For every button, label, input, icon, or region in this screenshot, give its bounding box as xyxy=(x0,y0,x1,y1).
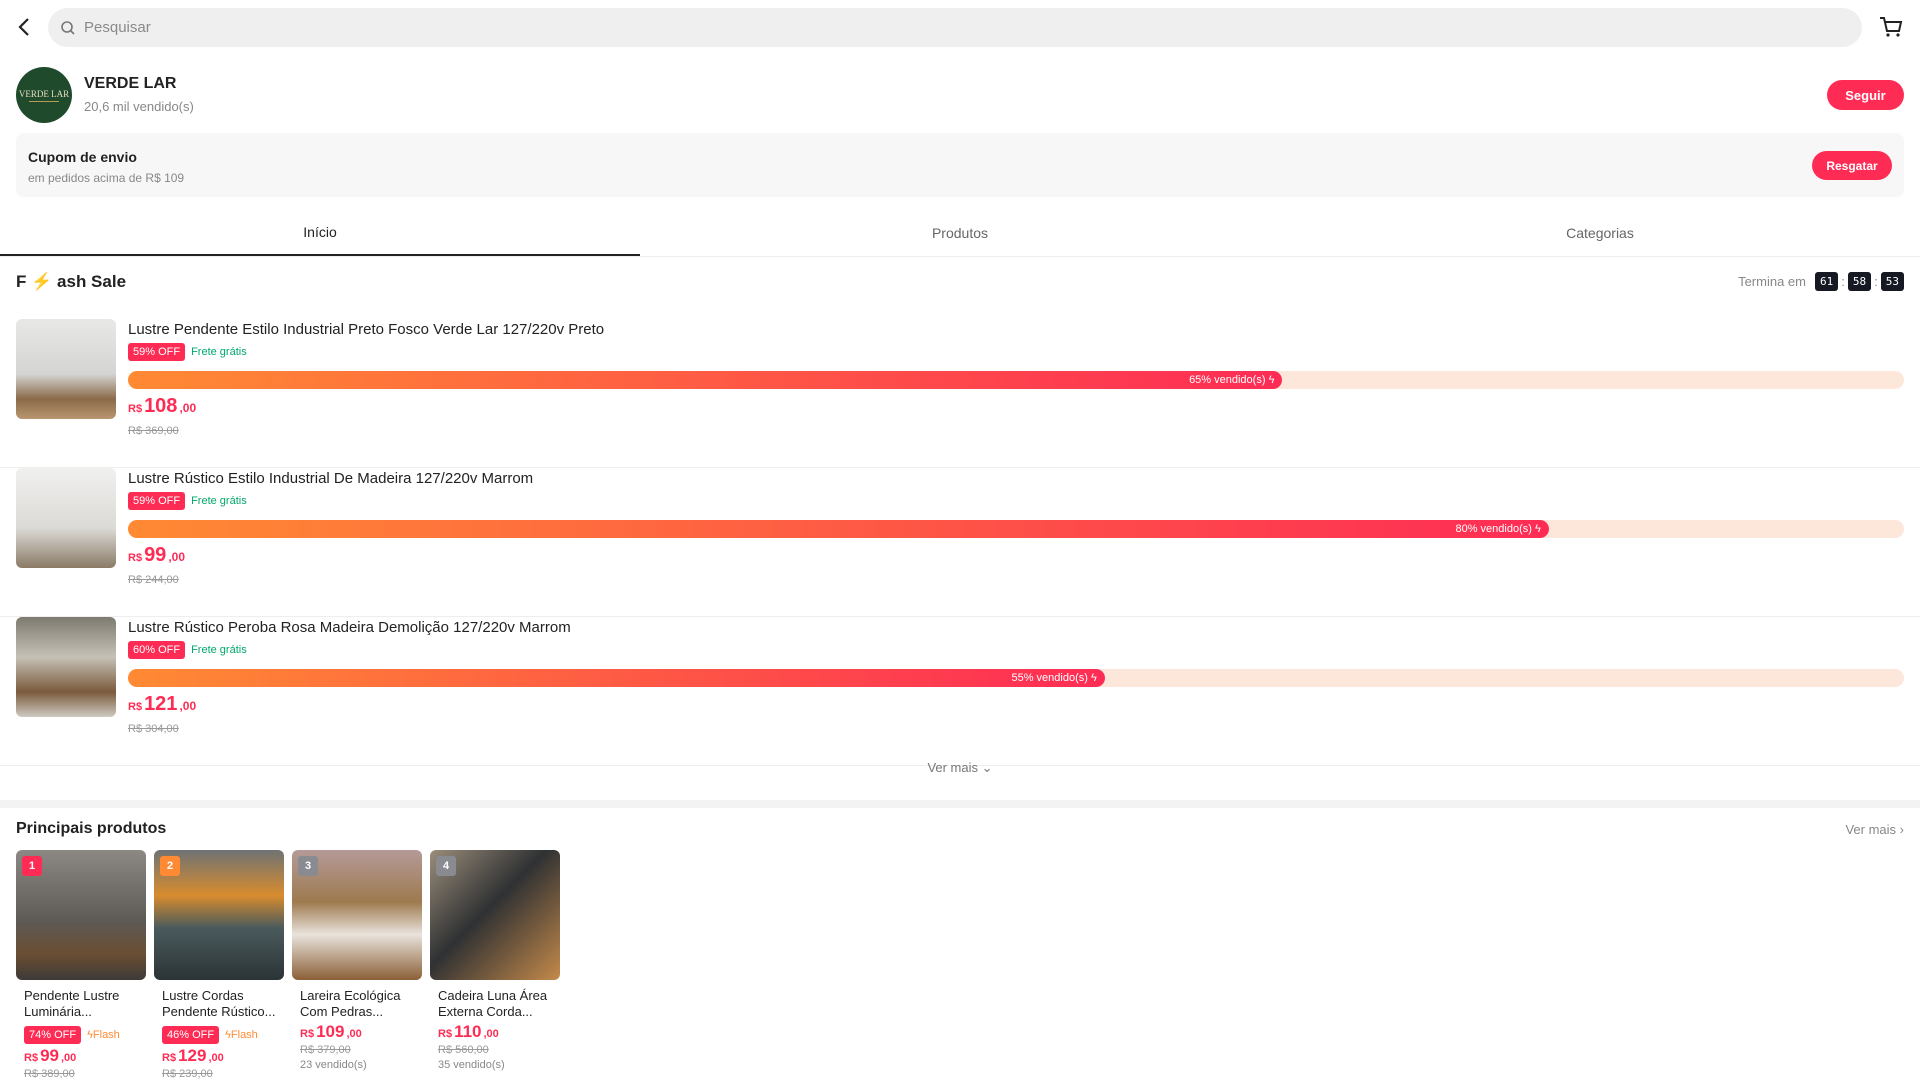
original-price: R$ 369,00 xyxy=(128,425,179,437)
cart-icon[interactable] xyxy=(1878,14,1904,40)
original-price: R$ 239,00 xyxy=(162,1068,213,1080)
discount-badge: 46% OFF xyxy=(162,1026,220,1044)
shop-logo-text: VERDE LAR xyxy=(18,88,70,99)
flash-product-row[interactable]: Lustre Pendente Estilo Industrial Preto … xyxy=(0,319,1920,468)
product-name[interactable]: Lustre Cordas Pendente Rústico... xyxy=(162,988,276,1020)
product-image[interactable]: 4 xyxy=(430,850,560,980)
back-icon[interactable] xyxy=(14,14,36,40)
chevron-right-icon: › xyxy=(1899,822,1904,837)
see-more-top-button[interactable]: Ver mais › xyxy=(1845,822,1904,837)
shop-sold-count: 20,6 mil vendido(s) xyxy=(84,99,194,114)
product-image[interactable] xyxy=(16,617,116,717)
discount-badge: 59% OFF xyxy=(128,343,186,361)
shop-avatar[interactable]: VERDE LAR xyxy=(16,67,72,123)
top-product-card[interactable]: 3 Lareira Ecológica Com Pedras... R$ 109,… xyxy=(292,850,422,1080)
timer-seconds: 53 xyxy=(1880,272,1904,291)
timer-minutes: 58 xyxy=(1847,272,1872,291)
product-name[interactable]: Cadeira Luna Área Externa Corda... xyxy=(438,988,552,1020)
tab-bar: Início Produtos Categorias xyxy=(0,210,1920,257)
product-price: R$ 129,00 xyxy=(162,1046,224,1065)
free-shipping-label: Frete grátis xyxy=(191,495,247,507)
top-product-card[interactable]: 4 Cadeira Luna Área Externa Corda... R$ 1… xyxy=(430,850,560,1080)
product-title[interactable]: Lustre Pendente Estilo Industrial Preto … xyxy=(128,321,604,338)
discount-badge: 60% OFF xyxy=(128,641,186,659)
rank-badge: 1 xyxy=(22,856,42,876)
product-image[interactable] xyxy=(16,468,116,568)
product-title[interactable]: Lustre Rústico Estilo Industrial De Made… xyxy=(128,470,533,487)
flash-product-row[interactable]: Lustre Rústico Peroba Rosa Madeira Demol… xyxy=(0,617,1920,766)
follow-button[interactable]: Seguir xyxy=(1827,80,1904,110)
lightning-icon: ⚡ xyxy=(31,272,53,291)
original-price: R$ 244,00 xyxy=(128,574,179,586)
original-price: R$ 389,00 xyxy=(24,1068,75,1080)
sold-percent-label: 65% vendido(s) xyxy=(1189,374,1266,386)
product-price: R$ 99,00 xyxy=(24,1046,77,1065)
product-price: R$ 121,00 xyxy=(128,693,197,715)
sold-progress-bar: 65% vendido(s) ϟ xyxy=(128,371,1904,389)
product-price: R$ 99,00 xyxy=(128,544,185,566)
top-product-card[interactable]: 1 Pendente Lustre Luminária... 74% OFF ϟFl… xyxy=(16,850,146,1080)
original-price: R$ 304,00 xyxy=(128,723,179,735)
shop-name: VERDE LAR xyxy=(84,75,177,92)
coupon-subtitle: em pedidos acima de R$ 109 xyxy=(28,171,185,185)
lightning-icon: ϟ xyxy=(1090,672,1097,684)
redeem-button[interactable]: Resgatar xyxy=(1812,151,1892,180)
product-image[interactable]: 2 xyxy=(154,850,284,980)
countdown-timer: Termina em 61: 58: 53 xyxy=(1738,272,1904,291)
sold-percent-label: 55% vendido(s) xyxy=(1011,672,1088,684)
lightning-icon: ϟ xyxy=(1268,374,1275,386)
product-name[interactable]: Lareira Ecológica Com Pedras... xyxy=(300,988,414,1020)
search-icon xyxy=(61,20,75,35)
discount-badge: 59% OFF xyxy=(128,492,186,510)
lightning-icon: ϟ xyxy=(1534,523,1541,535)
top-bar: Pesquisar xyxy=(0,0,1920,54)
product-image[interactable]: 1 xyxy=(16,850,146,980)
flash-label: ϟFlash xyxy=(87,1029,120,1041)
ends-label: Termina em xyxy=(1738,274,1806,289)
discount-badge: 74% OFF xyxy=(24,1026,82,1044)
section-divider xyxy=(0,800,1920,808)
free-shipping-label: Frete grátis xyxy=(191,644,247,656)
shipping-coupon: Cupom de envio em pedidos acima de R$ 10… xyxy=(16,133,1904,197)
flash-sale-title: F ⚡ ash Sale xyxy=(16,272,127,291)
sold-percent-label: 80% vendido(s) xyxy=(1455,523,1532,535)
rank-badge: 3 xyxy=(298,856,318,876)
product-title[interactable]: Lustre Rústico Peroba Rosa Madeira Demol… xyxy=(128,619,571,636)
rank-badge: 2 xyxy=(160,856,180,876)
sold-count: 35 vendido(s) xyxy=(438,1059,505,1071)
tab-produtos[interactable]: Produtos xyxy=(640,210,1280,256)
product-price: R$ 110,00 xyxy=(438,1022,499,1041)
top-product-card[interactable]: 2 Lustre Cordas Pendente Rústico... 46% O… xyxy=(154,850,284,1080)
original-price: R$ 379,00 xyxy=(300,1044,351,1056)
tab-inicio[interactable]: Início xyxy=(0,210,640,256)
chevron-down-icon: ⌄ xyxy=(981,760,993,775)
see-more-flash-button[interactable]: Ver mais ⌄ xyxy=(0,760,1920,776)
search-placeholder: Pesquisar xyxy=(84,19,151,36)
search-input[interactable]: Pesquisar xyxy=(48,8,1862,47)
tab-categorias[interactable]: Categorias xyxy=(1280,210,1920,256)
flash-product-row[interactable]: Lustre Rústico Estilo Industrial De Made… xyxy=(0,468,1920,617)
coupon-title: Cupom de envio xyxy=(28,149,137,165)
free-shipping-label: Frete grátis xyxy=(191,346,247,358)
top-products-title: Principais produtos xyxy=(16,820,167,837)
original-price: R$ 560,00 xyxy=(438,1044,489,1056)
product-price: R$ 108,00 xyxy=(128,395,197,417)
product-image[interactable] xyxy=(16,319,116,419)
flash-label: ϟFlash xyxy=(225,1029,258,1041)
product-image[interactable]: 3 xyxy=(292,850,422,980)
sold-progress-bar: 55% vendido(s) ϟ xyxy=(128,669,1904,687)
product-price: R$ 109,00 xyxy=(300,1022,362,1041)
sold-count: 23 vendido(s) xyxy=(300,1059,367,1071)
sold-progress-bar: 80% vendido(s) ϟ xyxy=(128,520,1904,538)
product-name[interactable]: Pendente Lustre Luminária... xyxy=(24,988,138,1020)
timer-hours: 61 xyxy=(1815,272,1839,291)
rank-badge: 4 xyxy=(436,856,456,876)
